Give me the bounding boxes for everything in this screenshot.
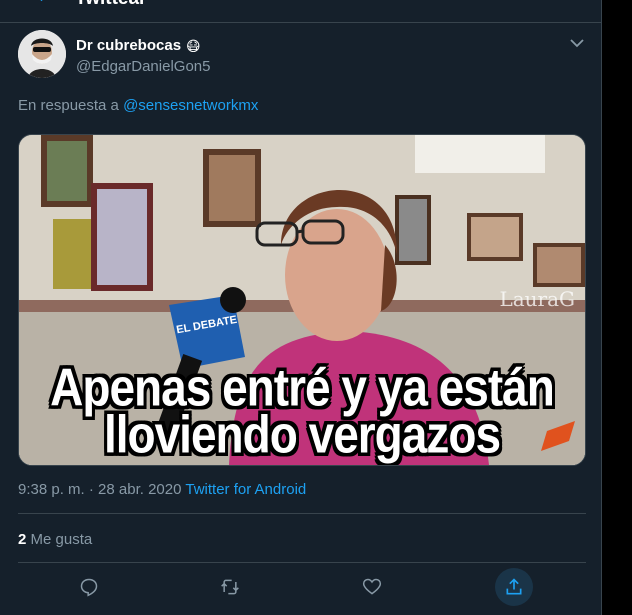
retweet-icon [221, 579, 239, 595]
author-handle[interactable]: @EdgarDanielGon5 [76, 58, 210, 75]
tweet-source-link[interactable]: Twitter for Android [185, 481, 306, 498]
avatar[interactable] [18, 30, 66, 78]
tweet-metadata: 9:38 p. m. · 28 abr. 2020 Twitter for An… [18, 481, 306, 498]
share-button[interactable] [495, 568, 533, 606]
watermark-text: LauraG [499, 287, 575, 311]
avatar-image [18, 30, 66, 78]
likes-label: Me gusta [30, 531, 93, 548]
mask-emoji-icon: 😷 [186, 37, 201, 54]
meme-caption-line2: lloviendo vergazos [103, 404, 501, 464]
like-button[interactable] [353, 568, 391, 606]
author-name-text: Dr cubrebocas [76, 37, 182, 54]
share-icon [506, 578, 522, 595]
author-name[interactable]: Dr cubrebocas 😷 [76, 37, 201, 54]
retweet-button[interactable] [211, 568, 249, 606]
page-title: Twittear [75, 0, 146, 10]
tweet-detail-view: Twittear Dr cubrebocas 😷 @EdgarDanielGon… [0, 0, 602, 615]
likes-count: 2 [18, 531, 27, 548]
likes-summary[interactable]: 2 Me gusta [18, 531, 92, 548]
reply-button[interactable] [70, 568, 108, 606]
reply-prefix: En respuesta a [18, 97, 119, 114]
reply-to-link[interactable]: @sensesnetworkmx [123, 97, 258, 114]
reply-icon [80, 578, 98, 597]
divider [18, 513, 586, 514]
tweet-timestamp[interactable]: 9:38 p. m. · 28 abr. 2020 [18, 481, 181, 498]
back-arrow-icon[interactable] [34, 0, 50, 4]
heart-icon [362, 578, 382, 595]
chevron-down-icon[interactable] [570, 38, 584, 48]
top-bar: Twittear [0, 0, 601, 23]
tweet-media[interactable]: EL DEBATE LauraG Apenas entré y ya están… [18, 134, 586, 466]
reply-context: En respuesta a @sensesnetworkmx [18, 97, 258, 114]
divider [18, 562, 586, 563]
